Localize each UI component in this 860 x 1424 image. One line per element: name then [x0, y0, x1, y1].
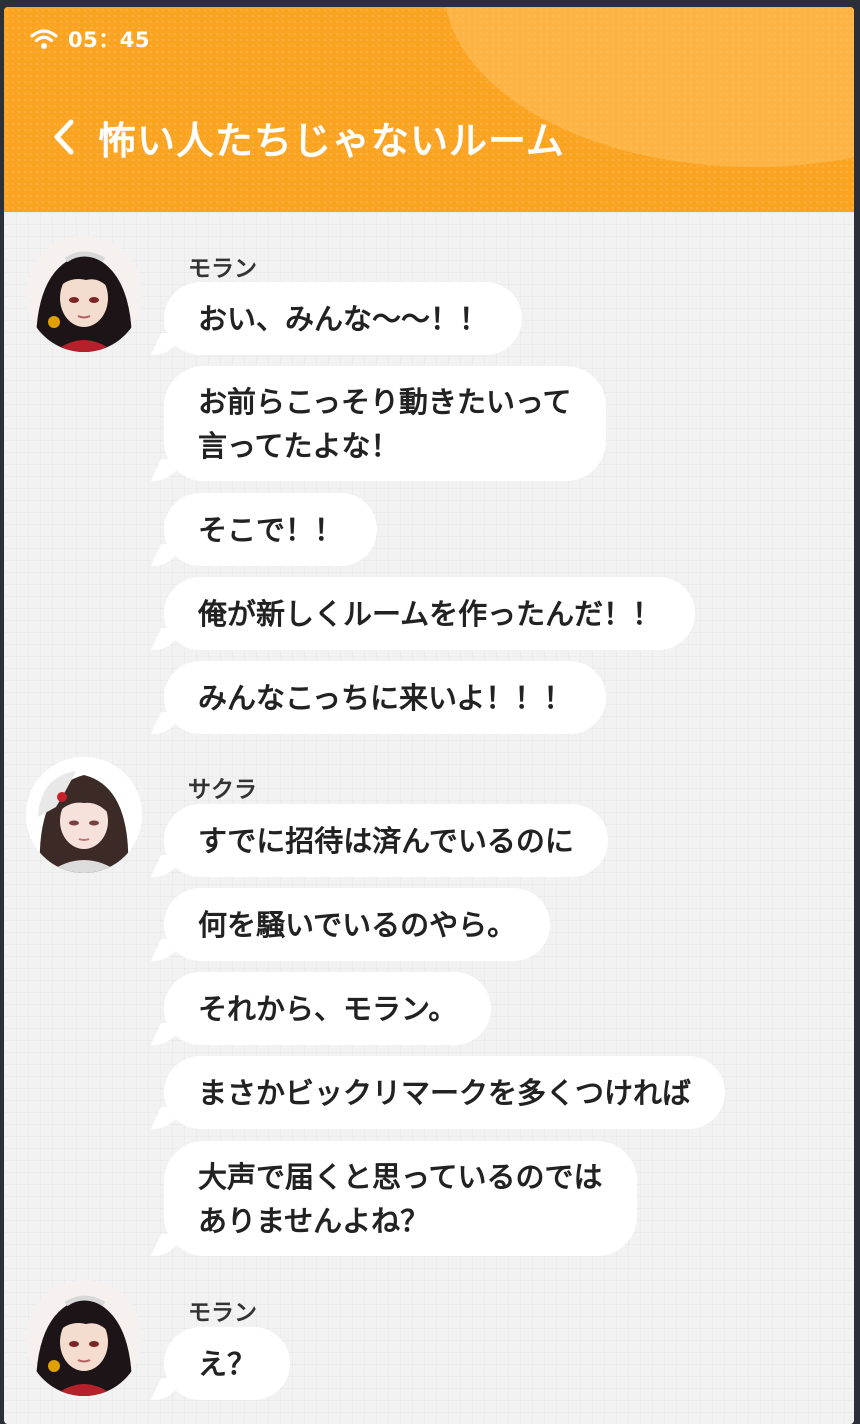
message-text: 大声で届くと思っているのでは ありませんよね？ [198, 1159, 603, 1238]
message-bubble[interactable]: 俺が新しくルームを作ったんだ！！ [164, 577, 696, 650]
message-bubble[interactable]: まさかビックリマークを多くつければ [164, 1056, 726, 1129]
sender-name: モラン [188, 1300, 257, 1326]
sender-name: モラン [188, 256, 257, 282]
message-text: それから、モラン。 [198, 991, 458, 1026]
message-bubble[interactable]: お前らこっそり動きたいって 言ってたよな！ [164, 366, 606, 481]
message-bubble[interactable]: おい、みんな～～！！ [164, 282, 523, 355]
wifi-icon [30, 29, 58, 49]
chat-window: 05：45 怖い人たちじゃないルーム モラン おい、みんな～～！！ お前らこっそ… [4, 7, 854, 1424]
message-text: お前らこっそり動きたいって 言ってたよな！ [198, 384, 572, 463]
message-bubble[interactable]: すでに招待は済んでいるのに [164, 804, 608, 877]
message-list[interactable]: モラン おい、みんな～～！！ お前らこっそり動きたいって 言ってたよな！ そこで… [4, 212, 854, 1424]
message-text: 何を騒いでいるのやら。 [198, 907, 517, 942]
character-portrait [26, 757, 142, 873]
message-text: 俺が新しくルームを作ったんだ！！ [198, 596, 662, 631]
message-text: すでに招待は済んでいるのに [198, 823, 574, 858]
avatar-moran[interactable] [26, 236, 142, 352]
message-bubble[interactable]: 何を騒いでいるのやら。 [164, 888, 551, 961]
message-bubble[interactable]: みんなこっちに来いよ！！！ [164, 661, 607, 734]
message-text: まさかビックリマークを多くつければ [198, 1075, 692, 1110]
message-text: おい、みんな～～！！ [198, 301, 489, 336]
message-bubble[interactable]: え？ [164, 1327, 291, 1400]
status-time: 05：45 [68, 28, 150, 52]
sender-name: サクラ [188, 777, 257, 803]
status-bar: 05：45 [30, 25, 150, 53]
message-bubble[interactable]: 大声で届くと思っているのでは ありませんよね？ [164, 1141, 637, 1256]
title-bar: 怖い人たちじゃないルーム [44, 107, 565, 167]
character-portrait [26, 236, 142, 352]
room-title: 怖い人たちじゃないルーム [98, 118, 565, 163]
back-button[interactable] [44, 109, 84, 165]
avatar-moran[interactable] [26, 1280, 142, 1396]
message-bubble[interactable]: それから、モラン。 [164, 972, 492, 1045]
message-bubble[interactable]: そこで！！ [164, 493, 378, 566]
message-text: え？ [198, 1346, 257, 1381]
avatar-sakura[interactable] [26, 757, 142, 873]
message-text: みんなこっちに来いよ！！！ [198, 680, 573, 715]
character-portrait [26, 1280, 142, 1396]
message-text: そこで！！ [198, 512, 344, 547]
header: 05：45 怖い人たちじゃないルーム [4, 7, 854, 212]
chevron-left-icon [54, 119, 74, 155]
